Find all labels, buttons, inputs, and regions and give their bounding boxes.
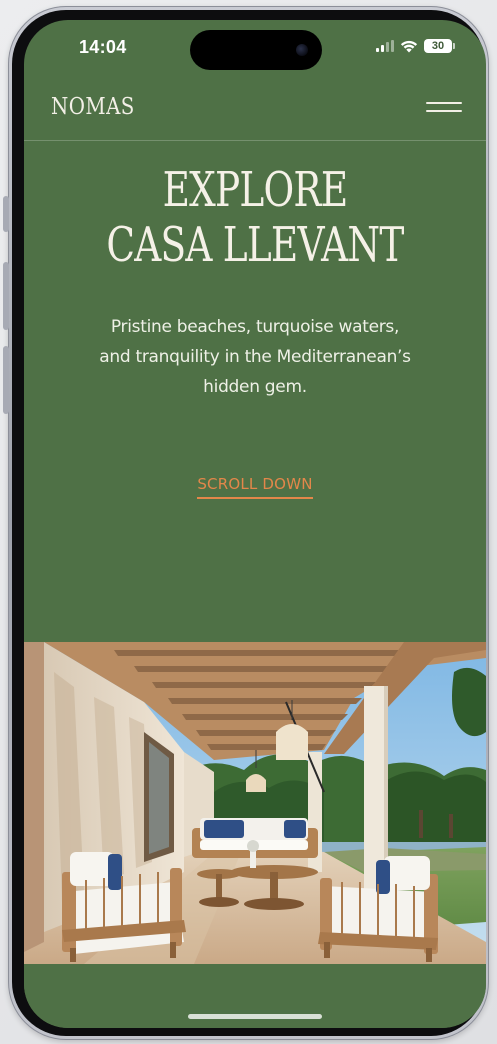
status-bar: 14:04 30 <box>24 20 486 80</box>
volume-up-button <box>3 262 9 330</box>
cellular-signal-icon <box>376 40 394 52</box>
scroll-down-link[interactable]: SCROLL DOWN <box>197 475 313 499</box>
brand-logo[interactable]: NOMAS <box>51 94 135 120</box>
status-time: 14:04 <box>79 37 127 57</box>
home-indicator[interactable] <box>188 1014 322 1019</box>
phone-screen: 14:04 30 NOMAS EXPLORE CASA LLEVANT Pris… <box>24 20 486 1028</box>
hero-title-line-1: EXPLORE <box>162 162 349 218</box>
scroll-down-container: SCROLL DOWN <box>24 474 486 499</box>
hero-subtitle: Pristine beaches, turquoise waters, and … <box>99 317 411 397</box>
front-camera-icon <box>296 44 308 56</box>
site-header: NOMAS <box>24 84 486 141</box>
action-button <box>3 196 9 232</box>
volume-down-button <box>3 346 9 414</box>
hamburger-menu-icon[interactable] <box>426 100 462 116</box>
status-icons: 30 <box>376 38 455 54</box>
hero-title: EXPLORE CASA LLEVANT <box>75 163 435 273</box>
terrace-photo <box>24 642 486 964</box>
hero-title-line-2: CASA LLEVANT <box>106 217 404 273</box>
wifi-icon <box>400 39 418 53</box>
battery-icon: 30 <box>424 39 455 53</box>
dynamic-island <box>190 30 322 70</box>
